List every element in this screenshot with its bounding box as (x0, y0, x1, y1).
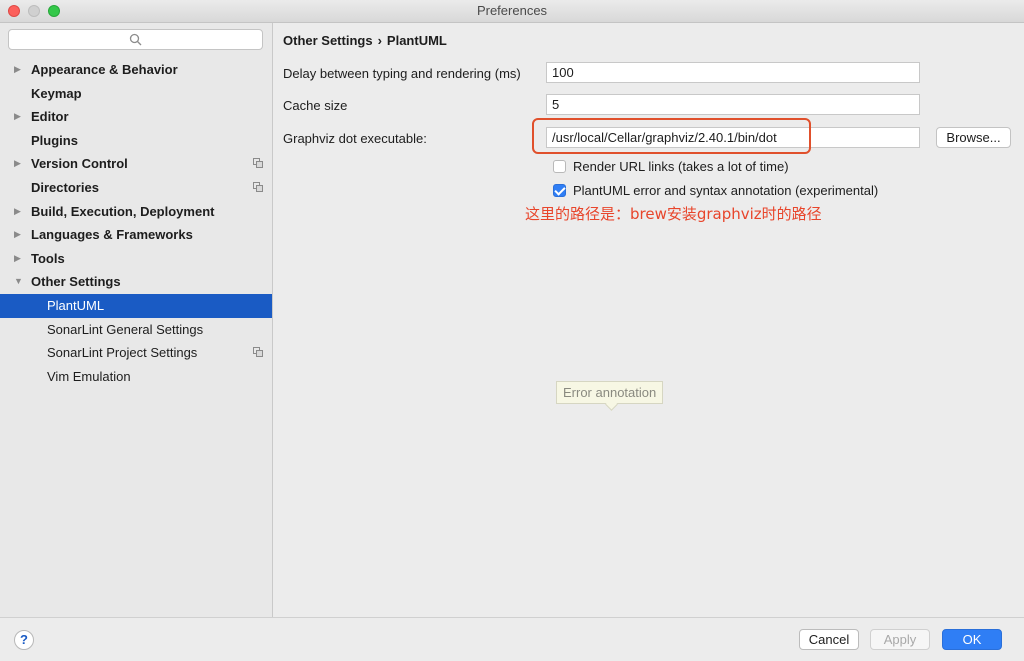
breadcrumb: Other Settings › PlantUML (283, 33, 447, 48)
sidebar-item-keymap[interactable]: Keymap (0, 82, 272, 106)
cache-size-label: Cache size (283, 98, 348, 113)
cancel-button[interactable]: Cancel (799, 629, 859, 650)
browse-button[interactable]: Browse... (936, 127, 1011, 148)
settings-search-input[interactable] (8, 29, 263, 50)
sidebar-item-label: Directories (31, 179, 99, 195)
chevron-right-icon[interactable]: ▶ (14, 105, 24, 129)
error-annotation-tooltip: Error annotation (556, 381, 664, 404)
chevron-right-icon[interactable]: ▶ (14, 200, 24, 224)
sidebar-item-directories[interactable]: Directories (0, 176, 272, 200)
sidebar-item-label: Other Settings (31, 274, 121, 290)
graphviz-label: Graphviz dot executable: (283, 131, 427, 146)
dialog-footer: ? Cancel Apply OK (0, 617, 1024, 661)
project-level-icon (253, 181, 263, 192)
sidebar-item-label: Keymap (31, 85, 82, 101)
sidebar-item-tools[interactable]: ▶ Tools (0, 247, 272, 271)
plantuml-settings-panel: Other Settings › PlantUML Delay between ty… (273, 23, 1024, 617)
delay-input[interactable]: 100 (546, 62, 920, 83)
chevron-down-icon[interactable]: ▼ (14, 270, 24, 294)
sidebar-item-label: Languages & Frameworks (31, 227, 193, 243)
sidebar-item-label: Editor (31, 109, 69, 125)
ok-button[interactable]: OK (942, 629, 1002, 650)
search-icon (129, 33, 142, 46)
render-url-label: Render URL links (takes a lot of time) (573, 159, 789, 174)
chevron-right-icon[interactable]: ▶ (14, 152, 24, 176)
zoom-window-button[interactable] (48, 5, 60, 17)
sidebar-item-label: SonarLint General Settings (47, 321, 204, 337)
sidebar-item-plantuml[interactable]: PlantUML (0, 293, 272, 318)
sidebar-item-appearance-behavior[interactable]: ▶ Appearance & Behavior (0, 58, 272, 82)
close-window-button[interactable] (8, 5, 20, 17)
chevron-right-icon[interactable]: ▶ (14, 223, 24, 247)
render-url-option[interactable]: Render URL links (takes a lot of time) (553, 159, 789, 175)
error-annotation-label: PlantUML error and syntax annotation (ex… (573, 183, 879, 198)
window-title: Preferences (476, 3, 548, 18)
sidebar-item-label: PlantUML (47, 297, 105, 313)
render-url-checkbox[interactable] (553, 160, 566, 173)
sidebar-item-languages-frameworks[interactable]: ▶ Languages & Frameworks (0, 223, 272, 247)
chevron-right-icon[interactable]: ▶ (14, 58, 24, 82)
chevron-right-icon[interactable]: ▶ (14, 247, 24, 271)
sidebar-item-vim-emulation[interactable]: Vim Emulation (0, 365, 272, 389)
breadcrumb-separator: › (377, 33, 382, 48)
delay-label: Delay between typing and rendering (ms) (283, 66, 521, 81)
sidebar-item-label: Build, Execution, Deployment (31, 203, 215, 219)
sidebar-item-build-execution-deployment[interactable]: ▶ Build, Execution, Deployment (0, 200, 272, 224)
preferences-window: Preferences ▶ Appearance & Behavior Keymap… (0, 0, 1024, 661)
sidebar-item-label: Vim Emulation (47, 368, 131, 384)
title-bar: Preferences (0, 0, 1024, 23)
breadcrumb-current: PlantUML (386, 33, 447, 48)
sidebar-item-editor[interactable]: ▶ Editor (0, 105, 272, 129)
cache-size-input[interactable]: 5 (546, 94, 920, 115)
sidebar-item-label: Tools (31, 250, 65, 266)
sidebar-item-sonarlint-general-settings[interactable]: SonarLint General Settings (0, 318, 272, 342)
minimize-window-button[interactable] (28, 5, 40, 17)
help-button[interactable]: ? (14, 630, 34, 650)
error-annotation-checkbox[interactable] (553, 184, 566, 197)
annotation-highlight-box (532, 118, 811, 154)
sidebar-item-plugins[interactable]: Plugins (0, 129, 272, 153)
sidebar-item-label: SonarLint Project Settings (47, 345, 198, 361)
sidebar-item-label: Appearance & Behavior (31, 62, 178, 77)
project-level-icon (253, 158, 263, 169)
sidebar-item-other-settings[interactable]: ▼ Other Settings (0, 270, 272, 294)
sidebar-item-sonarlint-project-settings[interactable]: SonarLint Project Settings (0, 341, 272, 365)
error-annotation-option[interactable]: PlantUML error and syntax annotation (ex… (553, 183, 878, 199)
sidebar-item-label: Plugins (31, 132, 78, 148)
project-level-icon (253, 347, 263, 358)
settings-tree: ▶ Appearance & Behavior Keymap ▶ Editor Plugi… (0, 58, 272, 388)
annotation-note: 这里的路径是：brew安装graphviz时的路径 (525, 205, 822, 223)
breadcrumb-parent[interactable]: Other Settings (283, 33, 373, 48)
sidebar-item-label: Version Control (31, 156, 128, 172)
settings-sidebar: ▶ Appearance & Behavior Keymap ▶ Editor Plugi… (0, 23, 273, 617)
sidebar-item-version-control[interactable]: ▶ Version Control (0, 152, 272, 176)
apply-button[interactable]: Apply (870, 629, 930, 650)
